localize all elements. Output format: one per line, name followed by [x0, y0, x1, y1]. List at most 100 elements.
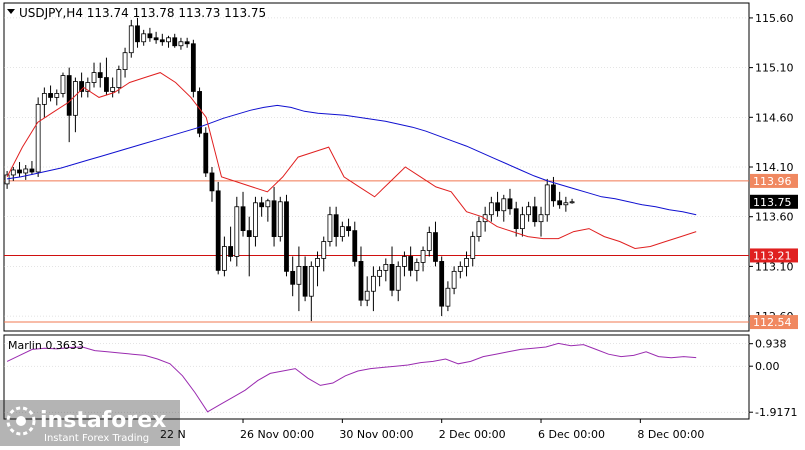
candle-body: [519, 214, 525, 230]
candle-body: [122, 52, 128, 70]
candle-body: [178, 41, 184, 47]
candle-body: [507, 198, 513, 210]
candle-body: [190, 43, 196, 92]
candle-body: [277, 201, 283, 237]
candle-body: [445, 287, 451, 307]
current-price-label: 113.75: [753, 196, 792, 209]
candle-body: [470, 236, 476, 259]
time-tick-label: 8 Dec 00:00: [637, 428, 704, 441]
candle-body: [377, 269, 383, 277]
price-tick-label: 114.10: [755, 161, 794, 174]
candle-body: [420, 250, 426, 263]
candle-body: [72, 81, 78, 116]
candle-body: [153, 37, 159, 41]
candle-body: [439, 261, 445, 307]
candle-body: [135, 25, 140, 43]
oscillator-label: Marlin 0.3633: [8, 339, 84, 352]
candle-body: [352, 230, 358, 262]
watermark: instaforex Instant Forex Trading: [0, 400, 180, 446]
osc-tick-label: 0.938: [755, 338, 787, 351]
candle-body: [414, 262, 420, 271]
candle-body: [110, 87, 116, 92]
instaforex-logo-icon: [6, 406, 36, 436]
candle-body: [97, 72, 103, 78]
candle-body: [563, 202, 569, 206]
candle-body: [60, 75, 66, 94]
osc-tick-label: -1.9171: [755, 406, 797, 419]
candle-body: [457, 265, 463, 272]
candle-body: [271, 200, 277, 237]
level-label: 112.54: [753, 316, 792, 329]
candle-body: [48, 93, 53, 98]
candle-body: [41, 93, 47, 105]
candle-body: [184, 41, 190, 45]
candle-body: [402, 256, 407, 267]
candle-body: [147, 33, 153, 39]
watermark-brand: instaforex: [40, 408, 166, 433]
candle-body: [221, 246, 227, 271]
candle-body: [327, 214, 333, 242]
candle-body: [284, 201, 289, 272]
price-tick-label: 115.10: [755, 62, 794, 75]
candle-body: [321, 241, 327, 259]
candle-body: [246, 230, 252, 237]
time-tick-label: 30 Nov 00:00: [339, 428, 413, 441]
candle-body: [513, 208, 519, 230]
candle-body: [383, 264, 389, 271]
level-label: 113.21: [753, 249, 792, 262]
candle-body: [569, 201, 575, 204]
level-label: 113.96: [753, 175, 792, 188]
chart-window[interactable]: USDJPY,H4 113.74 113.78 113.73 113.75 11…: [0, 0, 805, 446]
candle-body: [141, 33, 147, 43]
candle-body: [333, 214, 339, 237]
candle-body: [364, 290, 370, 301]
osc-tick-label: 0.00: [755, 360, 780, 373]
candle-body: [209, 172, 215, 192]
chart-background: [0, 0, 805, 446]
candle-body: [240, 206, 246, 232]
candle-body: [339, 226, 345, 237]
candle-body: [526, 206, 532, 216]
candle-body: [290, 270, 296, 285]
candle-body: [551, 184, 556, 202]
time-tick-label: 6 Dec 00:00: [538, 428, 605, 441]
candle-body: [215, 190, 221, 271]
candle-body: [476, 221, 482, 237]
candle-body: [10, 169, 16, 176]
candle-body: [66, 75, 72, 116]
candle-body: [228, 246, 234, 257]
candle-body: [91, 72, 97, 83]
candle-body: [488, 202, 494, 216]
candle-body: [159, 39, 165, 43]
candle-body: [315, 258, 320, 267]
time-tick-label: 26 Nov 00:00: [240, 428, 314, 441]
watermark-tagline: Instant Forex Trading: [44, 433, 149, 444]
candle-body: [29, 168, 35, 173]
price-tick-label: 113.60: [755, 211, 794, 224]
candle-body: [538, 214, 544, 223]
candle-body: [259, 202, 265, 208]
candle-body: [166, 37, 171, 43]
candle-body: [308, 265, 314, 297]
candle-body: [172, 37, 178, 47]
candle-body: [234, 206, 240, 257]
candle-body: [495, 202, 500, 212]
candle-body: [128, 25, 134, 54]
candle-body: [532, 206, 538, 223]
candle-body: [203, 132, 209, 174]
candle-body: [265, 200, 271, 208]
candle-body: [389, 264, 395, 291]
candle-body: [116, 69, 122, 88]
candle-body: [433, 232, 438, 262]
candle-body: [296, 265, 302, 285]
candle-body: [358, 261, 364, 301]
candle-body: [557, 200, 563, 206]
candle-body: [346, 226, 351, 232]
candle-body: [408, 256, 414, 271]
candle-body: [370, 275, 376, 292]
candle-body: [104, 77, 109, 92]
candle-body: [501, 198, 507, 212]
candle-body: [17, 169, 22, 174]
price-tick-label: 114.60: [755, 111, 794, 124]
candle-body: [544, 184, 550, 216]
